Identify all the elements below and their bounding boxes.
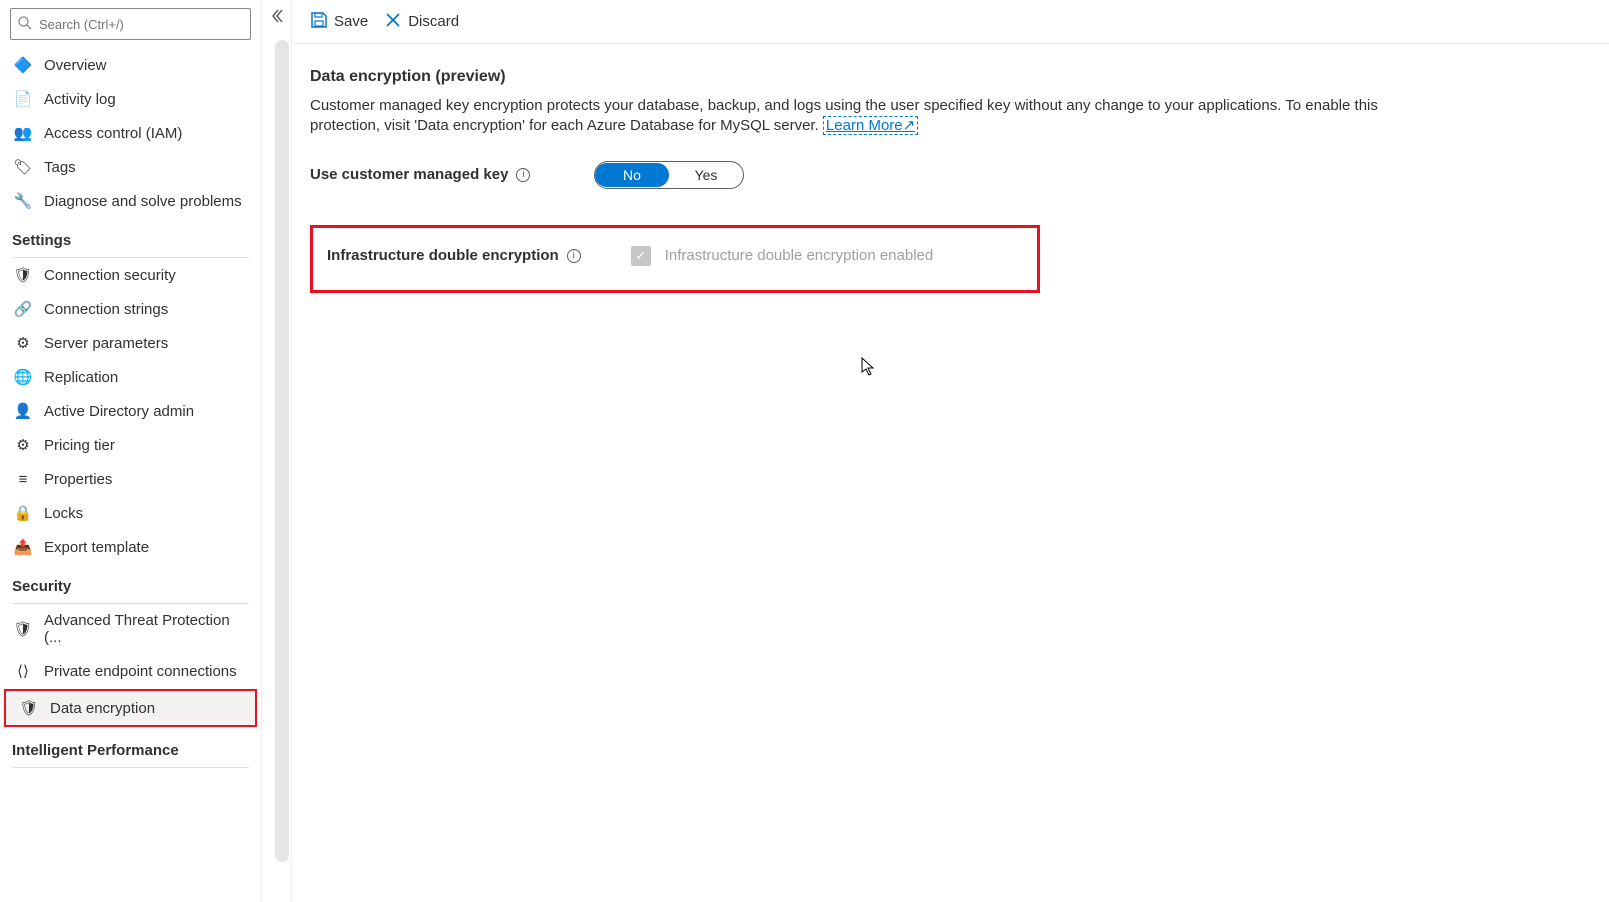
save-icon <box>310 11 328 33</box>
collapse-column <box>262 0 292 902</box>
search-box <box>10 8 251 40</box>
diagnose-icon: 🔧 <box>14 192 32 210</box>
infra-double-encryption-row: Infrastructure double encryption i ✓ Inf… <box>310 225 1040 293</box>
sidebar-scrollbar[interactable] <box>275 40 289 862</box>
sidebar-item-export-template[interactable]: 📤 Export template <box>0 530 261 564</box>
sidebar-item-connection-strings[interactable]: 🔗 Connection strings <box>0 292 261 326</box>
section-settings: Settings <box>0 218 261 255</box>
sidebar-item-label: Overview <box>44 57 107 74</box>
sidebar-item-label: Replication <box>44 369 118 386</box>
toolbar: Save Discard <box>292 0 1609 44</box>
ide-label: Infrastructure double encryption i <box>327 247 581 264</box>
toggle-no[interactable]: No <box>595 163 669 187</box>
search-icon <box>17 15 33 34</box>
sidebar-item-label: Connection security <box>44 267 176 284</box>
sidebar-item-label: Connection strings <box>44 301 168 318</box>
sidebar-item-overview[interactable]: 🔷 Overview <box>0 48 261 82</box>
sidebar-item-server-parameters[interactable]: ⚙ Server parameters <box>0 326 261 360</box>
sidebar-item-pricing-tier[interactable]: ⚙ Pricing tier <box>0 428 261 462</box>
export-template-icon: 📤 <box>14 538 32 556</box>
sidebar-item-locks[interactable]: 🔒 Locks <box>0 496 261 530</box>
sidebar-item-label: Active Directory admin <box>44 403 194 420</box>
ide-checkbox: ✓ <box>631 246 651 266</box>
search-input[interactable] <box>10 8 251 40</box>
private-endpoint-icon: ⟨⟩ <box>14 662 32 680</box>
sidebar-item-label: Locks <box>44 505 83 522</box>
sidebar-item-label: Access control (IAM) <box>44 125 182 142</box>
discard-label: Discard <box>408 13 459 30</box>
sidebar-item-activity-log[interactable]: 📄 Activity log <box>0 82 261 116</box>
tags-icon: 🏷 <box>14 158 32 176</box>
section-intelligent-performance: Intelligent Performance <box>0 728 261 765</box>
content: Data encryption (preview) Customer manag… <box>292 44 1442 293</box>
locks-icon: 🔒 <box>14 504 32 522</box>
sidebar-item-diagnose[interactable]: 🔧 Diagnose and solve problems <box>0 184 261 218</box>
server-parameters-icon: ⚙ <box>14 334 32 352</box>
sidebar-item-label: Diagnose and solve problems <box>44 193 242 210</box>
save-button[interactable]: Save <box>310 11 368 33</box>
sidebar: 🔷 Overview 📄 Activity log 👥 Access control (I… <box>0 0 262 902</box>
replication-icon: 🌐 <box>14 368 32 386</box>
pricing-tier-icon: ⚙ <box>14 436 32 454</box>
connection-strings-icon: 🔗 <box>14 300 32 318</box>
sidebar-item-label: Tags <box>44 159 76 176</box>
sidebar-item-label: Advanced Threat Protection (... <box>44 612 249 646</box>
search-wrap <box>0 0 261 48</box>
sidebar-item-label: Pricing tier <box>44 437 115 454</box>
ide-checkbox-group: ✓ Infrastructure double encryption enabl… <box>631 246 934 266</box>
info-icon[interactable]: i <box>516 168 530 182</box>
cmk-label: Use customer managed key i <box>310 166 570 183</box>
main: Save Discard Data encryption (preview) C… <box>292 0 1609 902</box>
properties-icon: ≡ <box>14 470 32 488</box>
page-title: Data encryption (preview) <box>310 68 1442 86</box>
ide-checkbox-label: Infrastructure double encryption enabled <box>665 247 934 264</box>
sidebar-item-label: Export template <box>44 539 149 556</box>
sidebar-item-connection-security[interactable]: 🛡 Connection security <box>0 258 261 292</box>
sidebar-item-properties[interactable]: ≡ Properties <box>0 462 261 496</box>
divider <box>12 767 249 768</box>
connection-security-icon: 🛡 <box>14 266 32 284</box>
access-control-icon: 👥 <box>14 124 32 142</box>
sidebar-item-ad-admin[interactable]: 👤 Active Directory admin <box>0 394 261 428</box>
sidebar-item-label: Activity log <box>44 91 116 108</box>
section-security: Security <box>0 564 261 601</box>
activity-log-icon: 📄 <box>14 90 32 108</box>
learn-more-link[interactable]: Learn More↗ <box>823 116 918 135</box>
sidebar-item-label: Server parameters <box>44 335 168 352</box>
sidebar-item-tags[interactable]: 🏷 Tags <box>0 150 261 184</box>
overview-icon: 🔷 <box>14 56 32 74</box>
ad-admin-icon: 👤 <box>14 402 32 420</box>
info-icon[interactable]: i <box>567 249 581 263</box>
cmk-toggle[interactable]: No Yes <box>594 161 744 189</box>
sidebar-item-data-encryption[interactable]: 🛡 Data encryption <box>4 689 257 727</box>
external-link-icon: ↗ <box>903 117 916 134</box>
data-encryption-icon: 🛡 <box>20 699 38 717</box>
page-description: Customer managed key encryption protects… <box>310 96 1442 137</box>
sidebar-item-label: Properties <box>44 471 112 488</box>
atp-icon: 🛡 <box>14 620 32 638</box>
cmk-row: Use customer managed key i No Yes <box>310 161 1442 189</box>
sidebar-item-label: Private endpoint connections <box>44 663 237 680</box>
discard-icon <box>384 11 402 33</box>
sidebar-item-replication[interactable]: 🌐 Replication <box>0 360 261 394</box>
save-label: Save <box>334 13 368 30</box>
toggle-yes[interactable]: Yes <box>669 163 743 187</box>
sidebar-item-label: Data encryption <box>50 700 155 717</box>
collapse-sidebar-icon[interactable] <box>268 8 284 27</box>
sidebar-item-atp[interactable]: 🛡 Advanced Threat Protection (... <box>0 604 261 654</box>
sidebar-item-private-endpoint[interactable]: ⟨⟩ Private endpoint connections <box>0 654 261 688</box>
sidebar-scroll: 🔷 Overview 📄 Activity log 👥 Access control (I… <box>0 48 261 902</box>
sidebar-item-access-control[interactable]: 👥 Access control (IAM) <box>0 116 261 150</box>
discard-button[interactable]: Discard <box>384 11 459 33</box>
